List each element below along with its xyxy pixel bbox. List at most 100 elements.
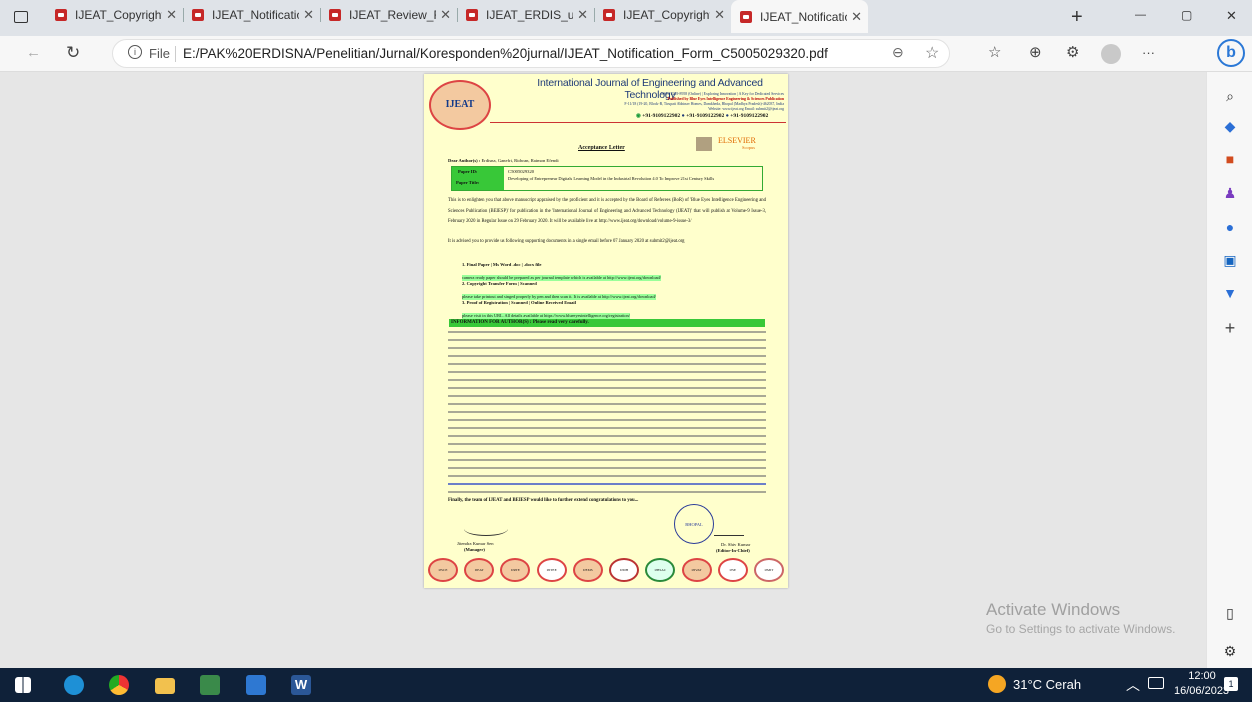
word-icon[interactable]: W xyxy=(291,675,311,695)
url-text[interactable]: E:/PAK%20ERDISNA/Penelitian/Jurnal/Kores… xyxy=(183,46,828,61)
pdf-icon xyxy=(466,9,478,21)
new-tab-button[interactable]: + xyxy=(1071,6,1083,29)
restore-button[interactable]: ▢ xyxy=(1181,8,1192,22)
elsevier-label: ELSEVIER xyxy=(718,136,756,145)
tab-bar: IJEAT_Copyright_Form ✕ IJEAT_Notification… xyxy=(0,0,1252,36)
seal-text: BHOPAL xyxy=(685,522,703,527)
pdf-icon xyxy=(329,9,341,21)
store-icon[interactable] xyxy=(246,675,266,695)
refresh-icon[interactable]: ↻ xyxy=(66,44,80,62)
tray-screen-icon[interactable] xyxy=(1148,677,1164,689)
paper-id: C5005029320 xyxy=(508,169,535,174)
split-screen-icon[interactable]: ▯ xyxy=(1222,605,1238,621)
profile-avatar[interactable] xyxy=(1101,44,1121,64)
tab-4[interactable]: IJEAT_ERDIS_upload_2✕ xyxy=(457,0,594,30)
clock-time[interactable]: 12:00 xyxy=(1178,670,1226,682)
doc-title: 2. Copyright Transfer Form | Scanned xyxy=(462,281,537,286)
notification-icon[interactable]: 1 xyxy=(1224,677,1238,691)
navigation-bar: ← ↻ i File E:/PAK%20ERDISNA/Penelitian/J… xyxy=(0,36,1252,72)
tab-1[interactable]: IJEAT_Copyright_Form ✕ xyxy=(46,0,183,30)
tab-2[interactable]: IJEAT_Notification_Form ✕ xyxy=(183,0,320,30)
close-window-button[interactable]: ✕ xyxy=(1226,8,1237,24)
journal-logo-2: IJEAT xyxy=(464,558,495,582)
tab-5[interactable]: IJEAT_Copyright_Form ✕ xyxy=(594,0,731,30)
tab-close-icon[interactable]: ✕ xyxy=(303,7,314,23)
issn-line: ISSN: 2249-8958 (Online) | Exploring Inn… xyxy=(660,92,784,96)
author-names: Erdisna, Ganefri, Ridwan, Raimon Efendi xyxy=(481,158,559,163)
tab-close-icon[interactable]: ✕ xyxy=(440,7,451,23)
website-line: Website: www.ijeat.org Email: submit2@ij… xyxy=(708,107,784,111)
shopping-icon[interactable]: ■ xyxy=(1222,151,1238,167)
minimize-button[interactable]: — xyxy=(1135,9,1146,21)
clock-date[interactable]: 16/06/2023 xyxy=(1174,685,1229,697)
paper-id-label: Paper ID: xyxy=(458,169,478,174)
pdf-icon xyxy=(55,9,67,21)
tab-close-icon[interactable]: ✕ xyxy=(714,7,725,23)
send-icon[interactable]: ▼ xyxy=(1222,285,1238,301)
watermark-title: Activate Windows xyxy=(986,600,1121,619)
favorite-star-icon[interactable]: ☆ xyxy=(925,43,939,63)
collections-icon[interactable]: ⊕ xyxy=(1029,44,1042,62)
manager-role: (Manager) xyxy=(464,547,485,552)
tab-label: IJEAT_Notification_Form xyxy=(760,9,847,24)
excel-icon[interactable] xyxy=(200,675,220,695)
pdf-viewer[interactable]: IJEAT International Journal of Engineeri… xyxy=(0,72,1206,668)
journal-logo-8: IJIVAT xyxy=(681,558,712,582)
phone-2: +91-9109122902 xyxy=(686,113,725,119)
whatsapp-icon: ◉ xyxy=(636,113,641,119)
search-icon[interactable]: ⌕ xyxy=(1222,88,1238,104)
games-icon[interactable]: ♟ xyxy=(1222,185,1238,201)
favorites-bar-icon[interactable]: ☆ xyxy=(988,44,1001,62)
weather-icon[interactable] xyxy=(988,675,1006,693)
edge-icon[interactable] xyxy=(64,675,84,695)
doc-title: 3. Proof of Registration | Scanned | Onl… xyxy=(462,300,576,305)
tab-3[interactable]: IJEAT_Review_Form_C5 ✕ xyxy=(320,0,457,30)
journal-logo-4: IJITEE xyxy=(536,558,567,582)
closing-text: Finally, the team of IJEAT and BEIESP wo… xyxy=(448,498,639,503)
signature-right xyxy=(714,526,744,536)
ijeat-logo: IJEAT xyxy=(429,80,491,130)
tray-chevron-icon[interactable]: ︿ xyxy=(1126,675,1140,695)
weather-text[interactable]: 31°C Cerah xyxy=(1013,677,1081,692)
settings-gear-icon[interactable]: ⚙ xyxy=(1222,643,1238,659)
zoom-icon[interactable]: ⊖ xyxy=(892,44,904,61)
outlook-icon[interactable]: ▣ xyxy=(1222,252,1238,268)
phone-3: +91-9109122902 xyxy=(730,113,769,119)
pdf-icon xyxy=(603,9,615,21)
paper-title: Developing of Entrepreneur Digitals Lear… xyxy=(508,176,715,181)
tag-icon[interactable]: ◆ xyxy=(1222,118,1238,134)
windows-start-icon[interactable] xyxy=(15,677,31,693)
chrome-icon[interactable] xyxy=(109,675,129,695)
add-icon[interactable]: + xyxy=(1222,319,1238,337)
file-label: File xyxy=(149,46,170,61)
back-arrow-icon[interactable]: ← xyxy=(26,44,41,62)
address-line: F-11/18 (19-20, Block-B, Tirupati Abhina… xyxy=(624,102,784,106)
info-icon[interactable]: i xyxy=(128,45,142,59)
doc-2: 2. Copyright Transfer Form | Scanned ple… xyxy=(462,281,766,302)
elsevier-tree-icon xyxy=(696,137,712,151)
journal-logo-10: IJMIT xyxy=(753,558,784,582)
tab-close-icon[interactable]: ✕ xyxy=(166,7,177,23)
address-bar[interactable]: i File E:/PAK%20ERDISNA/Penelitian/Jurna… xyxy=(112,39,950,68)
journal-logo-5: IJEMS xyxy=(572,558,603,582)
pdf-icon xyxy=(192,9,204,21)
editor-role: (Editor-In-Chief) xyxy=(716,548,750,553)
signature-left xyxy=(464,522,508,536)
pdf-page: IJEAT International Journal of Engineeri… xyxy=(424,74,788,588)
bing-copilot-icon[interactable]: b xyxy=(1217,39,1245,67)
file-explorer-icon[interactable] xyxy=(155,678,175,694)
more-menu-button[interactable]: ··· xyxy=(1142,44,1155,62)
doc-3: 3. Proof of Registration | Scanned | Onl… xyxy=(462,300,766,321)
office-icon[interactable]: ● xyxy=(1222,219,1238,235)
journal-logo-6: IJMH xyxy=(609,558,640,582)
window-menu-icon[interactable] xyxy=(14,11,28,23)
tab-close-icon[interactable]: ✕ xyxy=(577,7,588,23)
tab-close-icon[interactable]: ✕ xyxy=(851,9,862,25)
tab-6-active[interactable]: IJEAT_Notification_Form ✕ xyxy=(731,0,868,33)
tab-label: IJEAT_Copyright_Form xyxy=(623,8,710,22)
extensions-icon[interactable]: ⚙ xyxy=(1066,44,1079,62)
logo-text: IJEAT xyxy=(445,99,475,110)
footer-journal-logos: IJSCE IJEAT IJRTE IJITEE IJEMS IJMH IJBS… xyxy=(428,556,784,584)
acceptance-body: This is to enlighten you that above manu… xyxy=(448,198,766,224)
edge-sidebar: ⌕ ◆ ■ ♟ ● ▣ ▼ + ▯ ⚙ xyxy=(1206,72,1252,668)
